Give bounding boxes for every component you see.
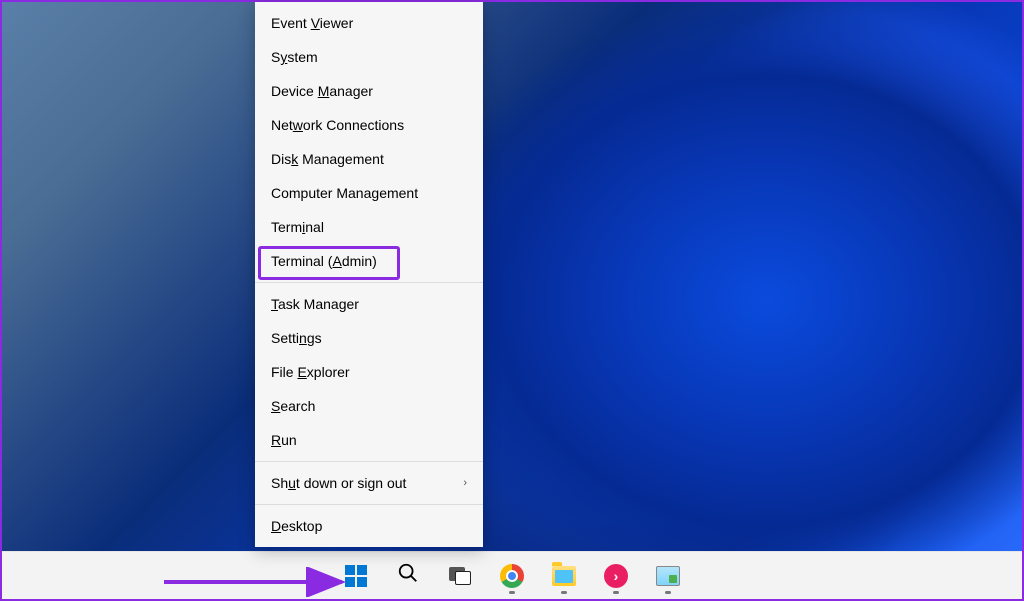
menu-item-label: Network Connections — [271, 116, 404, 134]
menu-item-network-connections[interactable]: Network Connections — [255, 108, 483, 142]
snip-app[interactable]: › — [596, 556, 636, 596]
menu-item-terminal[interactable]: Terminal — [255, 210, 483, 244]
chrome-icon — [500, 564, 524, 588]
menu-item-label: File Explorer — [271, 363, 350, 381]
file-explorer-app[interactable] — [544, 556, 584, 596]
menu-item-device-manager[interactable]: Device Manager — [255, 74, 483, 108]
menu-item-label: Run — [271, 431, 297, 449]
menu-separator — [255, 504, 483, 505]
folder-icon — [552, 566, 576, 586]
menu-item-label: Search — [271, 397, 315, 415]
control-panel-icon — [656, 566, 680, 586]
menu-item-label: Shut down or sign out — [271, 474, 406, 492]
task-view-icon — [449, 567, 471, 585]
menu-item-label: Computer Management — [271, 184, 418, 202]
menu-item-system[interactable]: System — [255, 40, 483, 74]
menu-item-task-manager[interactable]: Task Manager — [255, 287, 483, 321]
taskbar: › — [2, 551, 1022, 599]
menu-separator — [255, 282, 483, 283]
menu-item-label: Event Viewer — [271, 14, 353, 32]
winx-context-menu: Event Viewer System Device Manager Network … — [255, 2, 483, 547]
menu-item-event-viewer[interactable]: Event Viewer — [255, 6, 483, 40]
menu-item-label: Device Manager — [271, 82, 373, 100]
start-button[interactable] — [336, 556, 376, 596]
menu-item-file-explorer[interactable]: File Explorer — [255, 355, 483, 389]
menu-item-label: System — [271, 48, 318, 66]
menu-item-label: Task Manager — [271, 295, 359, 313]
menu-item-search[interactable]: Search — [255, 389, 483, 423]
search-icon — [397, 562, 419, 589]
control-panel-app[interactable] — [648, 556, 688, 596]
menu-item-settings[interactable]: Settings — [255, 321, 483, 355]
task-view-button[interactable] — [440, 556, 480, 596]
menu-item-computer-management[interactable]: Computer Management — [255, 176, 483, 210]
chevron-right-icon: › — [463, 474, 467, 492]
desktop-wallpaper — [2, 2, 1022, 599]
search-button[interactable] — [388, 556, 428, 596]
menu-item-label: Disk Management — [271, 150, 384, 168]
windows-logo-icon — [345, 565, 367, 587]
menu-item-desktop[interactable]: Desktop — [255, 509, 483, 543]
menu-item-label: Terminal — [271, 218, 324, 236]
menu-item-label: Desktop — [271, 517, 322, 535]
menu-item-terminal-admin[interactable]: Terminal (Admin) — [255, 244, 483, 278]
menu-item-disk-management[interactable]: Disk Management — [255, 142, 483, 176]
chrome-app[interactable] — [492, 556, 532, 596]
menu-separator — [255, 461, 483, 462]
menu-item-run[interactable]: Run — [255, 423, 483, 457]
menu-item-shutdown[interactable]: Shut down or sign out › — [255, 466, 483, 500]
menu-item-label: Terminal (Admin) — [271, 252, 377, 270]
app-icon: › — [604, 564, 628, 588]
menu-item-label: Settings — [271, 329, 322, 347]
